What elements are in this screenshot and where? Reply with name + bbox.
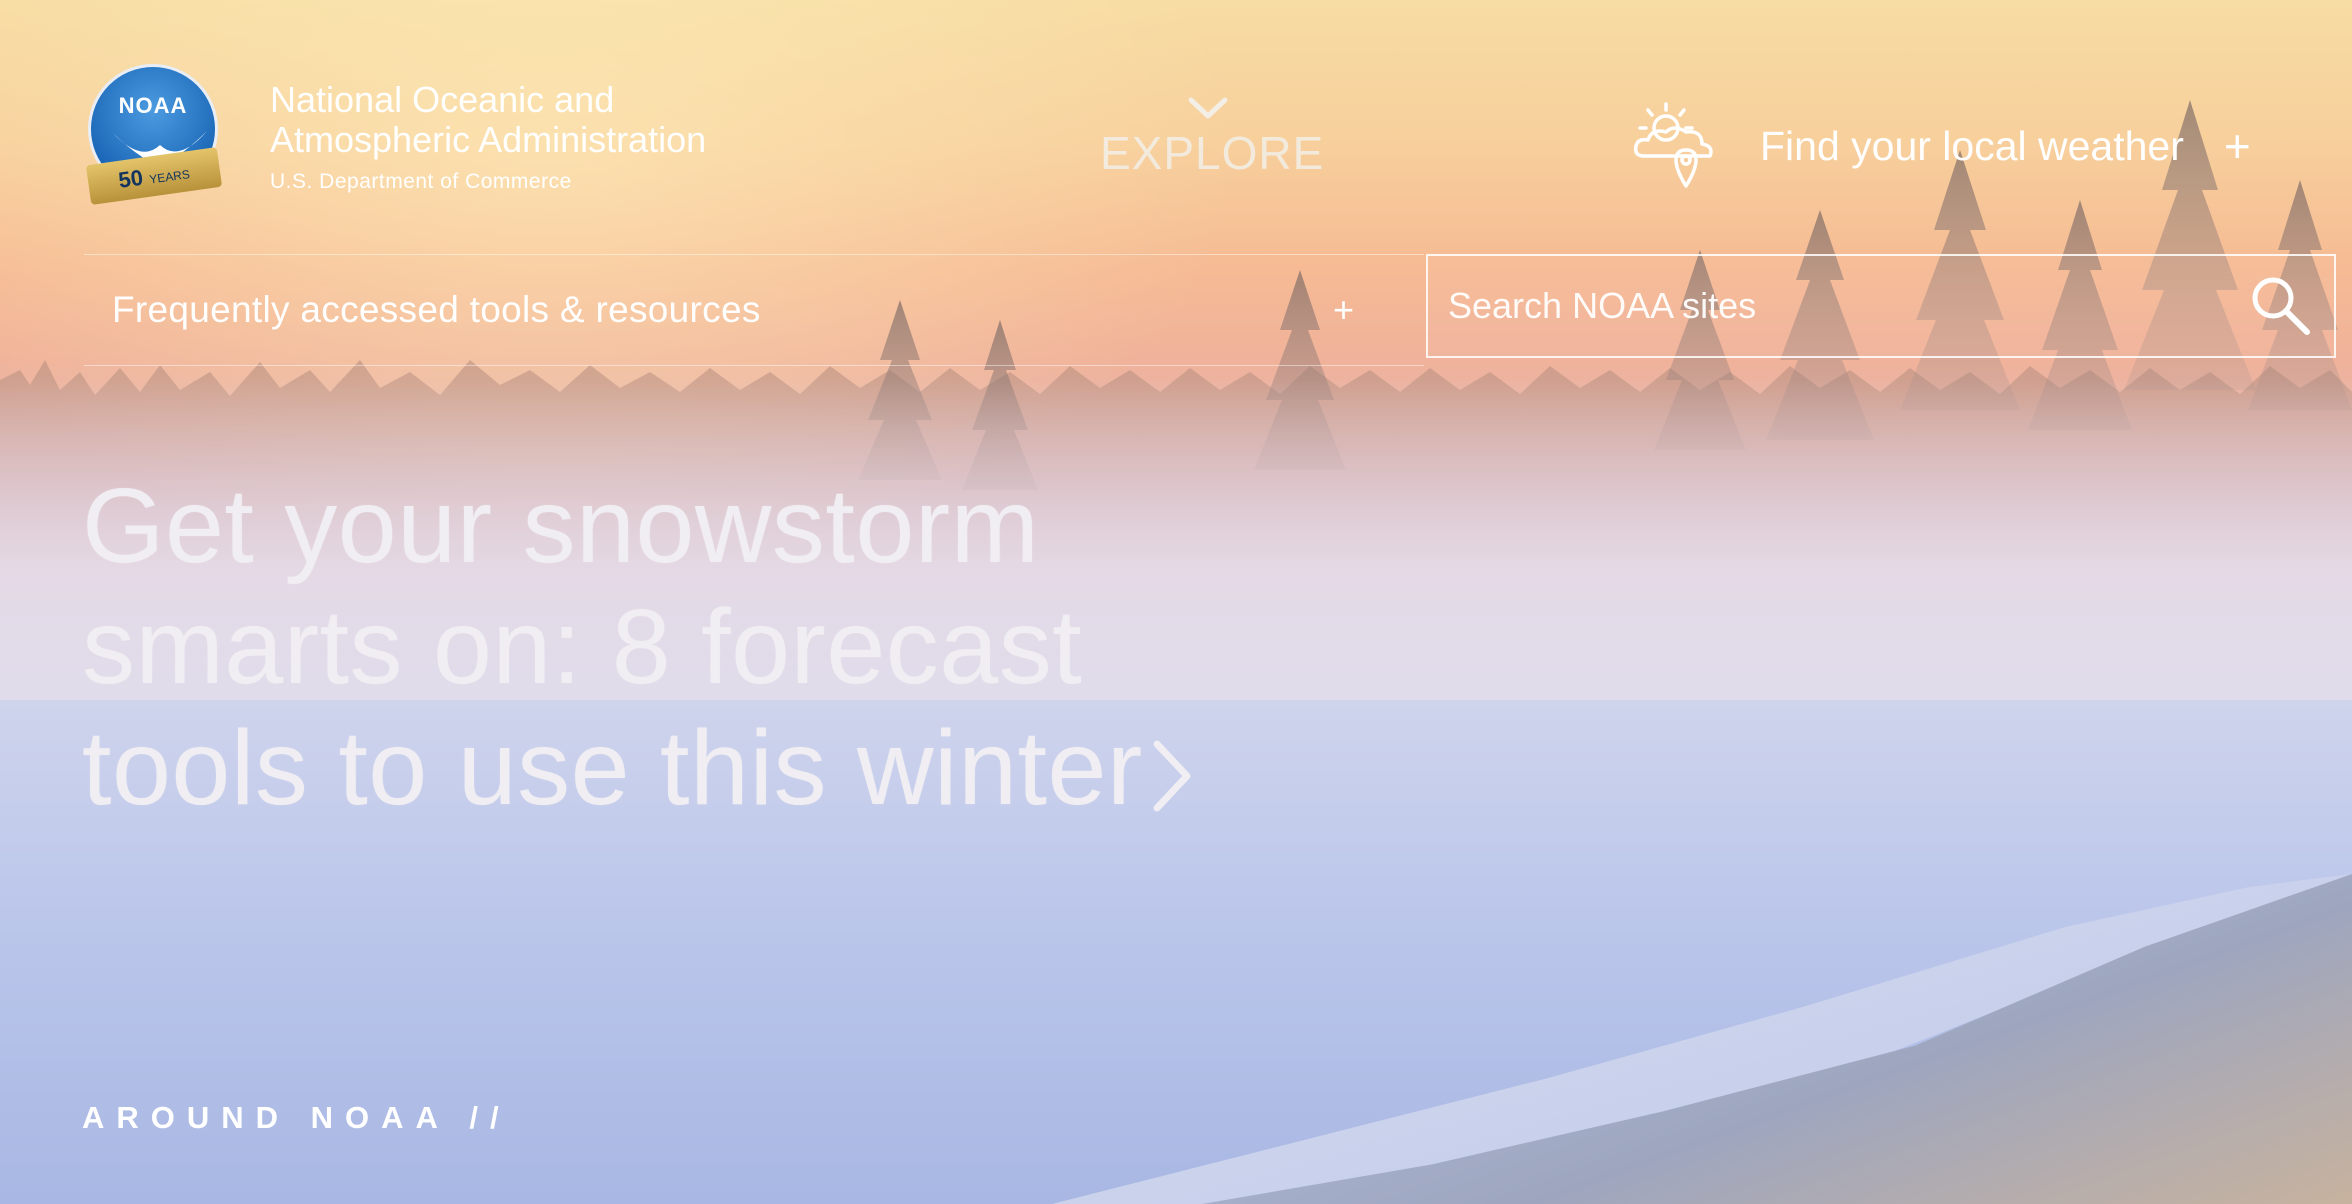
department-name: U.S. Department of Commerce <box>270 170 572 193</box>
chevron-right-icon <box>1153 740 1191 812</box>
frequently-accessed-tools-toggle[interactable]: Frequently accessed tools & resources + <box>84 255 1354 365</box>
expand-plus-icon: + <box>1332 289 1354 330</box>
hero-headline-line-3: tools to use this winter <box>82 708 1382 829</box>
explore-menu-button[interactable]: EXPLORE <box>1100 96 1323 180</box>
agency-name-line-2: Atmospheric Administration <box>270 119 707 160</box>
hero-headline-line-3-text: tools to use this winter <box>82 709 1143 827</box>
local-weather-label: Find your local weather <box>1760 122 2184 169</box>
site-search <box>1426 254 2336 358</box>
expand-plus-icon: + <box>2223 120 2251 172</box>
explore-label: EXPLORE <box>1100 127 1325 179</box>
search-button[interactable] <box>2246 271 2316 341</box>
around-noaa-section-label: AROUND NOAA // <box>82 1100 511 1135</box>
logo-noaa-text: NOAA <box>118 93 188 118</box>
hero-headline-line-2: smarts on: 8 forecast <box>82 588 1083 706</box>
tools-label: Frequently accessed tools & resources <box>112 289 761 330</box>
agency-name-link[interactable]: National Oceanic and Atmospheric Adminis… <box>270 80 706 194</box>
hero-headline-link[interactable]: Get your snowstorm smarts on: 8 forecast… <box>82 466 1382 829</box>
chevron-down-icon <box>1188 97 1227 119</box>
local-weather-button[interactable]: Find your local weather + <box>1628 98 2251 194</box>
agency-name-line-1: National Oceanic and <box>270 79 615 120</box>
divider <box>84 365 1424 366</box>
search-input[interactable] <box>1428 255 2246 357</box>
ribbon-word: YEARS <box>148 167 191 187</box>
ribbon-number: 50 <box>116 164 145 193</box>
weather-location-icon <box>1633 102 1713 188</box>
hero-headline-line-1: Get your snowstorm <box>82 467 1040 585</box>
search-icon <box>2252 277 2310 335</box>
noaa-logo[interactable]: NOAA 50 YEARS <box>84 62 223 205</box>
